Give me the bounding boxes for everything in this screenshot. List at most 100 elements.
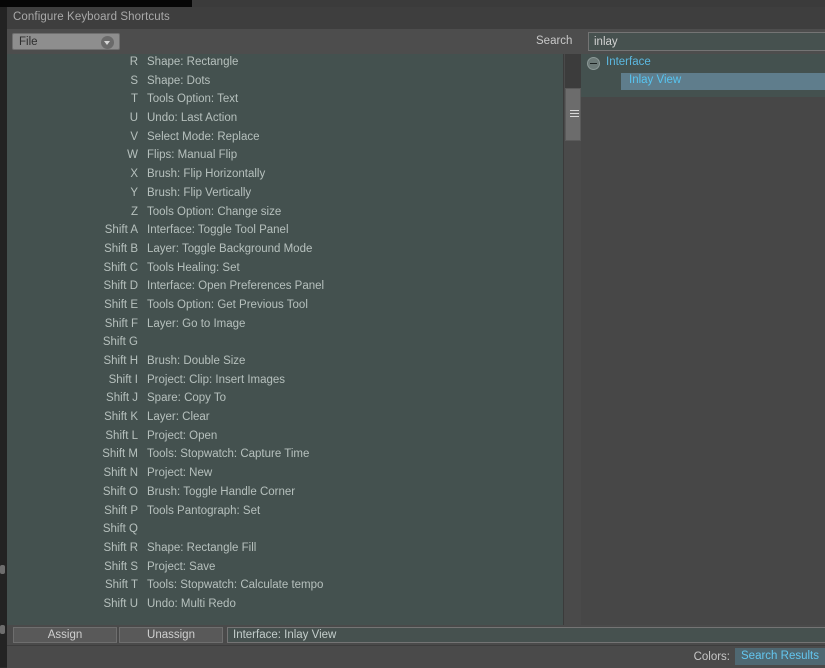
assigned-command-field[interactable]: Interface: Inlay View [227,627,825,643]
shortcut-row[interactable]: Shift G [7,334,563,353]
shortcut-row[interactable]: Shift D Interface: Open Preferences Panel [7,278,563,297]
shortcut-row[interactable]: Shift MTools: Stopwatch: Capture Time [7,446,563,465]
scrollbar-track-upper[interactable] [565,54,581,88]
colors-label: Colors: [694,651,730,663]
tree-node[interactable]: Interface [581,54,825,73]
shortcut-row[interactable]: R Shape: Rectangle [7,54,563,73]
shortcut-action: Tools: Stopwatch: Calculate tempo [147,579,323,591]
shortcut-row[interactable]: Shift LProject: Open [7,428,563,447]
tree-node-label: Interface [606,56,651,68]
shortcut-row[interactable]: Shift PTools Pantograph: Set [7,503,563,522]
category-dropdown[interactable]: File [12,33,120,50]
shortcut-row[interactable]: Shift IProject: Clip: Insert Images [7,372,563,391]
shortcut-row[interactable]: Shift C Tools Healing: Set [7,260,563,279]
grip-lines-icon [570,110,579,119]
configure-shortcuts-dialog: Configure Keyboard Shortcuts File Search… [7,7,825,667]
shortcut-key: R [7,56,138,68]
shortcut-key: Shift I [7,374,138,386]
shortcut-action: Tools Pantograph: Set [147,505,260,517]
shortcut-action: Shape: Dots [147,75,210,87]
shortcut-row[interactable]: Z Tools Option: Change size [7,204,563,223]
shortcut-key: Shift O [7,486,138,498]
tree-node[interactable]: Inlay View [581,73,825,90]
shortcut-key: Shift K [7,411,138,423]
shortcut-action: Brush: Double Size [147,355,245,367]
shortcut-key: Shift U [7,598,138,610]
shortcut-action: Layer: Clear [147,411,210,423]
shortcut-action: Tools Healing: Set [147,262,240,274]
shortcut-key: Shift F [7,318,138,330]
shortcut-key: Shift H [7,355,138,367]
shortcut-row[interactable]: YBrush: Flip Vertically [7,185,563,204]
status-bar: Colors: Search Results [7,645,825,668]
scrollbar-thumb[interactable] [565,88,581,141]
shortcut-list[interactable]: R Shape: Rectangle SShape: DotsTTools Opti… [7,54,563,625]
shortcut-action: Shape: Rectangle [147,56,238,68]
shortcut-row[interactable]: Shift JSpare: Copy To [7,390,563,409]
shortcut-key: Shift B [7,243,138,255]
shortcut-action: Undo: Multi Redo [147,598,236,610]
shortcut-row[interactable]: Shift A Interface: Toggle Tool Panel [7,222,563,241]
shortcut-action: Tools Option: Change size [147,206,281,218]
window-resize-nub-top[interactable] [0,565,5,574]
assign-button[interactable]: Assign [13,627,117,643]
shortcut-row[interactable]: Shift S Project: Save [7,559,563,578]
shortcut-key: Shift C [7,262,138,274]
shortcut-key: V [7,131,138,143]
shortcut-key: Shift Q [7,523,138,535]
search-input[interactable] [588,32,825,51]
unassign-button[interactable]: Unassign [119,627,223,643]
chevron-down-icon[interactable] [101,36,114,49]
shortcut-action: Brush: Toggle Handle Corner [147,486,295,498]
shortcut-row[interactable]: SShape: Dots [7,73,563,92]
shortcut-row[interactable]: Shift Q [7,521,563,540]
shortcut-row[interactable]: Shift B Layer: Toggle Background Mode [7,241,563,260]
search-results-legend[interactable]: Search Results [735,648,825,665]
backdrop-grey-strip [192,0,825,7]
shortcut-action: Project: Save [147,561,215,573]
shortcut-row[interactable]: TTools Option: Text [7,91,563,110]
shortcut-action: Layer: Toggle Background Mode [147,243,312,255]
shortcut-key: Shift N [7,467,138,479]
shortcut-row[interactable]: XBrush: Flip Horizontally [7,166,563,185]
shortcut-list-scrollbar[interactable] [563,54,582,625]
shortcut-key: X [7,168,138,180]
shortcut-action: Interface: Toggle Tool Panel [147,224,289,236]
dialog-toolbar: File Search [7,29,825,54]
shortcut-row[interactable]: Shift H Brush: Double Size [7,353,563,372]
shortcut-row[interactable]: Shift NProject: New [7,465,563,484]
command-tree[interactable]: Interface Inlay View [581,54,825,97]
shortcut-row[interactable]: Shift U Undo: Multi Redo [7,596,563,615]
shortcut-key: Shift R [7,542,138,554]
shortcut-key: Shift T [7,579,138,591]
window-resize-nub-bottom[interactable] [0,625,5,634]
shortcut-row[interactable]: Shift F Layer: Go to Image [7,316,563,335]
shortcut-row[interactable]: Shift ETools Option: Get Previous Tool [7,297,563,316]
shortcut-action: Flips: Manual Flip [147,149,237,161]
shortcut-key: Shift S [7,561,138,573]
shortcut-key: Shift J [7,392,138,404]
shortcut-key: Shift D [7,280,138,292]
shortcut-row[interactable]: U Undo: Last Action [7,110,563,129]
shortcut-key: Shift A [7,224,138,236]
shortcut-action: Layer: Go to Image [147,318,245,330]
shortcut-key: Shift G [7,336,138,348]
shortcut-action: Undo: Last Action [147,112,237,124]
dialog-action-bar: Assign Unassign Interface: Inlay View [7,625,825,645]
shortcut-row[interactable]: WFlips: Manual Flip [7,147,563,166]
shortcut-row[interactable]: Shift RShape: Rectangle Fill [7,540,563,559]
shortcut-action: Interface: Open Preferences Panel [147,280,324,292]
command-tree-pane: Interface Inlay View [581,54,825,625]
shortcut-row[interactable]: Shift T Tools: Stopwatch: Calculate tempo [7,577,563,596]
shortcut-key: Z [7,206,138,218]
shortcut-row[interactable]: Shift O Brush: Toggle Handle Corner [7,484,563,503]
shortcut-key: Shift M [7,448,138,460]
shortcut-row[interactable]: VSelect Mode: Replace [7,129,563,148]
shortcut-action: Brush: Flip Vertically [147,187,251,199]
shortcut-row[interactable]: Shift K Layer: Clear [7,409,563,428]
shortcut-action: Tools Option: Get Previous Tool [147,299,308,311]
collapse-minus-icon[interactable] [587,57,600,70]
shortcut-key: Shift L [7,430,138,442]
shortcut-key: U [7,112,138,124]
backdrop-black-strip [0,0,192,7]
